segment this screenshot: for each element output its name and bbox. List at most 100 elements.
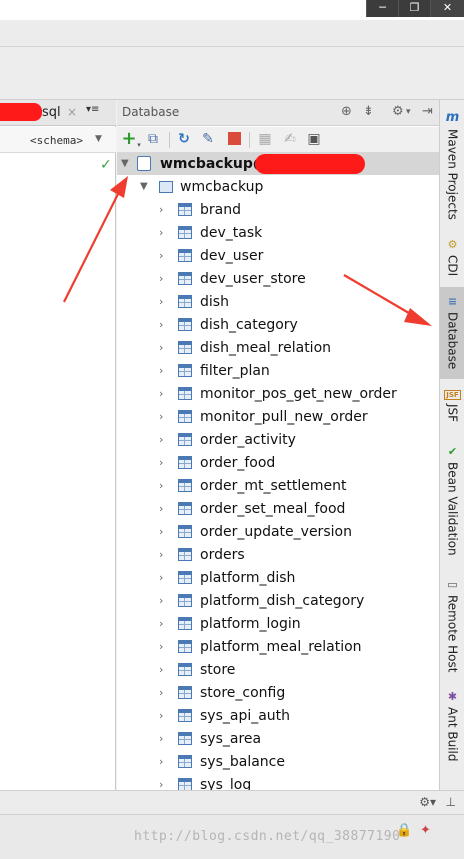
chevron-right-icon[interactable]: › [159,705,163,727]
chevron-right-icon[interactable]: › [159,337,163,359]
chevron-right-icon[interactable]: › [159,774,163,790]
refresh-icon[interactable]: ↻ [176,131,192,147]
table-node[interactable]: › orders [117,544,439,566]
lock-icon[interactable]: 🔒 [396,823,412,838]
close-button[interactable]: ✕ [430,0,464,17]
chevron-right-icon[interactable]: › [159,475,163,497]
table-label: order_activity [200,432,296,448]
table-node[interactable]: › platform_meal_relation [117,636,439,658]
table-node[interactable]: › filter_plan [117,360,439,382]
table-node[interactable]: › dev_user_store [117,268,439,290]
chevron-right-icon[interactable]: › [159,383,163,405]
table-node[interactable]: › sys_log [117,774,439,790]
chevron-right-icon[interactable]: › [159,567,163,589]
table-node[interactable]: › dish_category [117,314,439,336]
editor-tab-label[interactable]: sql [42,105,61,120]
chevron-right-icon[interactable]: › [159,498,163,520]
tool-window-remote-host[interactable]: ▭ Remote Host [440,578,464,672]
tool-window-jsf[interactable]: JSF JSF [440,390,464,422]
table-node[interactable]: › platform_dish_category [117,590,439,612]
chevron-right-icon[interactable]: › [159,544,163,566]
hide-icon[interactable]: ⊥ [446,795,456,809]
tool-window-maven-projects[interactable]: m Maven Projects [440,110,464,220]
table-icon [178,686,192,699]
console-icon[interactable]: ▣ [306,131,322,147]
chevron-right-icon[interactable]: › [159,291,163,313]
chevron-right-icon[interactable]: › [159,199,163,221]
tab-close-icon[interactable]: × [67,105,77,119]
table-node[interactable]: › sys_balance [117,751,439,773]
chevron-down-icon[interactable]: ▾ [406,107,411,117]
table-node[interactable]: › brand [117,199,439,221]
event-log-icon[interactable]: ✦ [420,823,431,838]
table-node[interactable]: › dish_meal_relation [117,337,439,359]
jsf-icon: JSF [444,390,461,400]
table-node[interactable]: › store_config [117,682,439,704]
stop-icon[interactable] [226,131,242,147]
tool-window-database[interactable]: ≡ Database [440,287,464,379]
table-icon [178,594,192,607]
chevron-down-icon[interactable]: ▼ [121,153,129,175]
tool-window-label: Remote Host [445,595,460,673]
tab-overflow-icon[interactable]: ▾≡ [86,104,99,115]
table-node[interactable]: › platform_dish [117,567,439,589]
schema-node[interactable]: ▼ wmcbackup [117,176,439,198]
chevron-right-icon[interactable]: › [159,429,163,451]
maven-icon: m [445,110,460,125]
table-node[interactable]: › order_food [117,452,439,474]
chevron-right-icon[interactable]: › [159,360,163,382]
chevron-right-icon[interactable]: › [159,636,163,658]
table-node[interactable]: › order_activity [117,429,439,451]
table-icon [178,479,192,492]
properties-icon[interactable]: ✎ [200,131,216,147]
chevron-right-icon[interactable]: › [159,613,163,635]
table-view-icon[interactable]: ▦ [257,131,273,147]
chevron-right-icon[interactable]: › [159,728,163,750]
table-node[interactable]: › platform_login [117,613,439,635]
toolbar-separator [249,132,250,148]
table-node[interactable]: › order_update_version [117,521,439,543]
table-node[interactable]: › sys_area [117,728,439,750]
table-node[interactable]: › monitor_pull_new_order [117,406,439,428]
chevron-right-icon[interactable]: › [159,268,163,290]
table-node[interactable]: › store [117,659,439,681]
minimize-button[interactable]: ─ [366,0,398,17]
table-node[interactable]: › dev_user [117,245,439,267]
chevron-down-icon[interactable]: ▼ [140,176,148,198]
settings-icon[interactable]: ⚙▾ [419,795,436,809]
navigation-bar [0,47,464,100]
chevron-right-icon[interactable]: › [159,406,163,428]
settings-icon[interactable]: ⚙ [392,104,404,119]
table-node[interactable]: › order_set_meal_food [117,498,439,520]
chevron-right-icon[interactable]: › [159,314,163,336]
tool-window-ant-build[interactable]: ✱ Ant Build [440,690,464,761]
table-label: dish_meal_relation [200,340,332,356]
table-node[interactable]: › sys_api_auth [117,705,439,727]
schema-selector[interactable]: <schema> [30,134,83,147]
globe-icon[interactable]: ⊕ [341,104,352,119]
tool-window-bean-validation[interactable]: ✔ Bean Validation [440,445,464,556]
chevron-right-icon[interactable]: › [159,245,163,267]
chevron-right-icon[interactable]: › [159,659,163,681]
collapse-icon[interactable]: ⇟ [363,104,374,119]
table-label: dev_user [200,248,264,264]
table-node[interactable]: › dish [117,291,439,313]
chevron-right-icon[interactable]: › [159,751,163,773]
chevron-right-icon[interactable]: › [159,682,163,704]
table-node[interactable]: › dev_task [117,222,439,244]
chevron-down-icon[interactable]: ▼ [95,134,102,144]
tool-window-label: CDI [445,255,460,277]
ant-icon: ✱ [447,690,458,703]
chevron-right-icon[interactable]: › [159,222,163,244]
edit-icon[interactable]: ✍ [282,131,298,147]
hide-icon[interactable]: ⇥ [422,104,433,119]
table-node[interactable]: › order_mt_settlement [117,475,439,497]
chevron-right-icon[interactable]: › [159,452,163,474]
chevron-right-icon[interactable]: › [159,521,163,543]
chevron-right-icon[interactable]: › [159,590,163,612]
table-node[interactable]: › monitor_pos_get_new_order [117,383,439,405]
copy-icon[interactable]: ⧉ [145,131,161,147]
maximize-button[interactable]: ❐ [398,0,430,17]
table-label: sys_area [200,731,262,747]
tool-window-cdi[interactable]: ⚙ CDI [440,238,464,276]
